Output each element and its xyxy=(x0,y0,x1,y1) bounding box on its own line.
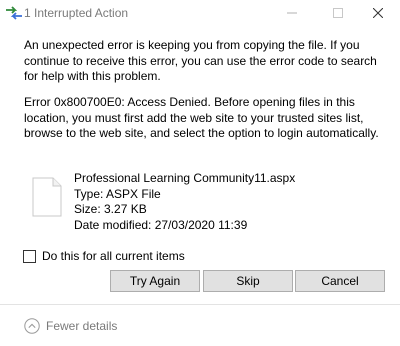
file-size: Size: 3.27 KB xyxy=(74,202,147,216)
maximize-icon xyxy=(333,8,343,18)
window-title: 1 Interrupted Action xyxy=(24,6,129,20)
fewer-details-label: Fewer details xyxy=(46,319,118,333)
error-code-message: Error 0x800700E0: Access Denied. Before … xyxy=(24,95,379,140)
title-bar: 1 Interrupted Action xyxy=(0,0,400,26)
apply-all-checkbox[interactable] xyxy=(23,249,36,263)
file-details: Professional Learning Community11.aspx T… xyxy=(74,171,295,233)
minimize-icon xyxy=(287,12,297,14)
try-again-button[interactable]: Try Again xyxy=(110,270,200,292)
minimize-button[interactable] xyxy=(270,0,314,26)
document-icon xyxy=(32,177,62,217)
fewer-details-toggle[interactable]: Fewer details xyxy=(24,318,117,334)
file-name: Professional Learning Community11.aspx xyxy=(74,171,296,185)
file-date-modified: Date modified: 27/03/2020 11:39 xyxy=(74,217,248,232)
apply-all-option[interactable]: Do this for all current items xyxy=(23,249,185,263)
footer-divider xyxy=(0,304,400,305)
skip-button[interactable]: Skip xyxy=(203,270,293,292)
apply-all-label: Do this for all current items xyxy=(42,249,185,263)
file-type: Type: ASPX File xyxy=(74,186,161,201)
close-button[interactable] xyxy=(356,0,400,26)
maximize-button[interactable] xyxy=(316,0,360,26)
close-icon xyxy=(373,8,383,18)
error-message: An unexpected error is keeping you from … xyxy=(24,38,377,83)
chevron-up-circle-icon xyxy=(24,318,40,334)
cancel-button[interactable]: Cancel xyxy=(295,270,385,292)
copy-arrows-icon xyxy=(6,6,22,20)
